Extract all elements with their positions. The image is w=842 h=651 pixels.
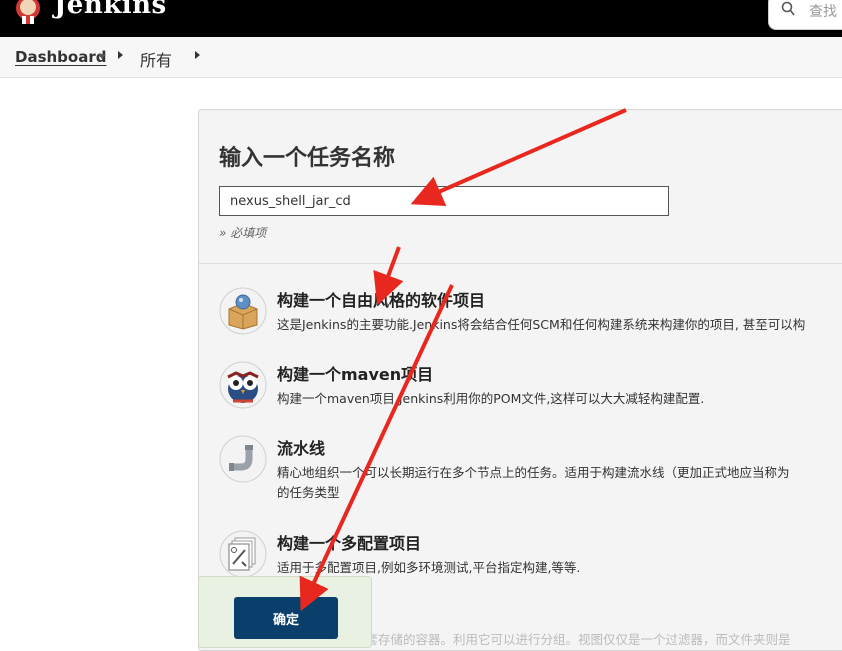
breadcrumb-dashboard[interactable]: Dashboard (15, 48, 106, 66)
item-desc: 这是Jenkins的主要功能.Jenkins将会结合任何SCM和任何构建系统来构… (277, 317, 806, 332)
breadcrumb-all[interactable]: 所有 (140, 47, 172, 71)
item-title: 构建一个自由风格的软件项目 (277, 291, 486, 310)
pipeline-icon (219, 435, 267, 483)
item-title: 构建一个多配置项目 (277, 534, 422, 553)
confirm-footer: 确定 (198, 576, 372, 648)
item-desc-line: 精心地组织一个可以长期运行在多个节点上的任务。适用于构建流水线（更加正式地应当称… (277, 465, 790, 480)
required-hint: » 必填项 (219, 226, 267, 240)
item-title: 构建一个maven项目 (277, 365, 434, 384)
divider (199, 263, 842, 264)
jenkins-logo-icon[interactable] (14, 0, 42, 26)
top-header: Jenkins 查找 (0, 0, 842, 37)
item-desc: 构建一个maven项目.Jenkins利用你的POM文件,这样可以大大减轻构建配… (277, 391, 705, 406)
chevron-down-icon[interactable] (98, 54, 106, 59)
new-item-panel: 输入一个任务名称 » 必填项 构建一个自由风格的软件项目 这是Jenkins的主… (198, 109, 842, 651)
multiconfig-icon (219, 530, 267, 578)
chevron-right-icon[interactable] (195, 51, 200, 59)
maven-owl-icon (219, 361, 267, 409)
item-desc: 适用于多配置项目,例如多环境测试,平台指定构建,等等. (277, 560, 581, 575)
breadcrumb: Dashboard 所有 (0, 37, 842, 78)
item-title: 流水线 (277, 439, 326, 458)
item-desc-line: 的任务类型 (277, 485, 340, 500)
search-input[interactable]: 查找 (809, 1, 837, 21)
brand-title[interactable]: Jenkins (54, 0, 167, 20)
chevron-right-icon (118, 51, 123, 59)
item-desc: 精心地组织一个可以长期运行在多个节点上的任务。适用于构建流水线（更加正式地应当称… (277, 463, 842, 503)
item-name-input[interactable] (219, 186, 669, 216)
page-title: 输入一个任务名称 (219, 146, 396, 171)
ok-button[interactable]: 确定 (234, 597, 338, 639)
search-icon (781, 1, 795, 16)
freestyle-box-icon (219, 287, 267, 335)
search-box[interactable]: 查找 (768, 0, 842, 30)
